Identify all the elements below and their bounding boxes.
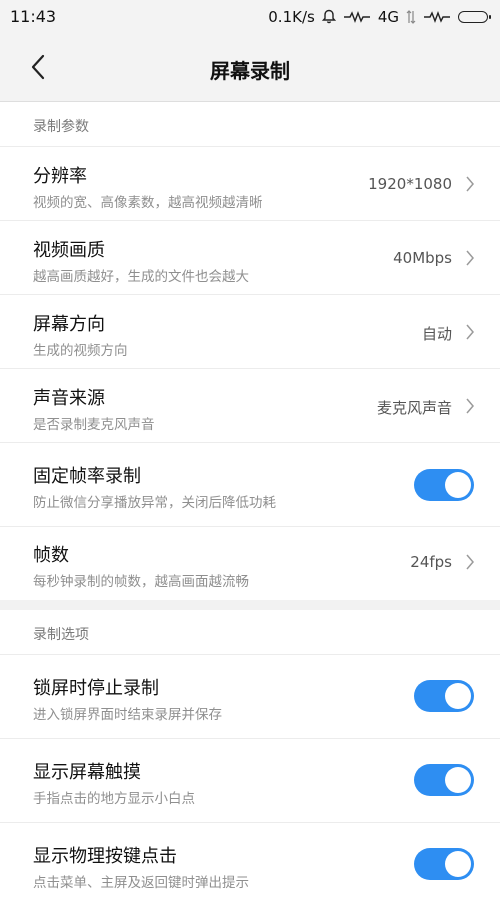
bell-icon bbox=[321, 9, 336, 24]
network-speed: 0.1K/s bbox=[268, 7, 315, 26]
setting-value: 1920*1080 bbox=[368, 175, 452, 193]
setting-title: 显示屏幕触摸 bbox=[33, 762, 141, 783]
setting-title: 帧数 bbox=[33, 545, 69, 566]
setting-subtitle: 进入锁屏界面时结束录屏并保存 bbox=[33, 707, 222, 723]
show-touches-toggle[interactable] bbox=[414, 764, 474, 796]
title-bar: 屏幕录制 bbox=[0, 33, 500, 102]
chevron-right-icon bbox=[464, 249, 476, 267]
setting-title: 屏幕方向 bbox=[33, 314, 105, 335]
setting-subtitle: 是否录制麦克风声音 bbox=[33, 417, 155, 433]
setting-title: 分辨率 bbox=[33, 166, 87, 187]
page-title: 屏幕录制 bbox=[210, 59, 290, 83]
toggle-knob bbox=[445, 767, 471, 793]
setting-row-fixed-framerate: 固定帧率录制 防止微信分享播放异常，关闭后降低功耗 bbox=[0, 442, 500, 526]
setting-subtitle: 点击菜单、主屏及返回键时弹出提示 bbox=[33, 875, 249, 891]
setting-row-video-quality[interactable]: 视频画质 越高画质越好，生成的文件也会越大 40Mbps bbox=[0, 220, 500, 294]
setting-title: 视频画质 bbox=[33, 240, 105, 261]
status-time: 11:43 bbox=[10, 7, 57, 26]
status-bar: 11:43 0.1K/s 4G bbox=[0, 0, 500, 33]
chevron-right-icon bbox=[464, 553, 476, 571]
battery-icon bbox=[458, 10, 491, 23]
setting-row-show-touches: 显示屏幕触摸 手指点击的地方显示小白点 bbox=[0, 738, 500, 822]
toggle-knob bbox=[445, 472, 471, 498]
setting-subtitle: 越高画质越好，生成的文件也会越大 bbox=[33, 269, 249, 285]
show-key-presses-toggle[interactable] bbox=[414, 848, 474, 880]
setting-subtitle: 手指点击的地方显示小白点 bbox=[33, 791, 195, 807]
stop-on-lock-toggle[interactable] bbox=[414, 680, 474, 712]
setting-row-screen-orientation[interactable]: 屏幕方向 生成的视频方向 自动 bbox=[0, 294, 500, 368]
setting-subtitle: 防止微信分享播放异常，关闭后降低功耗 bbox=[33, 495, 276, 511]
activity-icon bbox=[343, 10, 371, 23]
activity-icon bbox=[423, 10, 451, 23]
status-icons: 0.1K/s 4G bbox=[268, 7, 491, 26]
setting-value: 麦克风声音 bbox=[376, 399, 452, 417]
chevron-right-icon bbox=[464, 397, 476, 415]
network-type: 4G bbox=[377, 7, 399, 26]
section-header-record-params: 录制参数 bbox=[0, 102, 500, 146]
setting-title: 固定帧率录制 bbox=[33, 466, 141, 487]
setting-row-audio-source[interactable]: 声音来源 是否录制麦克风声音 麦克风声音 bbox=[0, 368, 500, 442]
setting-row-frame-rate[interactable]: 帧数 每秒钟录制的帧数，越高画面越流畅 24fps bbox=[0, 526, 500, 600]
chevron-right-icon bbox=[464, 175, 476, 193]
section-header-record-options: 录制选项 bbox=[0, 610, 500, 654]
setting-title: 锁屏时停止录制 bbox=[33, 678, 159, 699]
setting-title: 显示物理按键点击 bbox=[33, 846, 177, 867]
signal-icon bbox=[406, 9, 416, 24]
setting-title: 声音来源 bbox=[33, 388, 105, 409]
setting-row-resolution[interactable]: 分辨率 视频的宽、高像素数，越高视频越清晰 1920*1080 bbox=[0, 146, 500, 220]
setting-value: 自动 bbox=[421, 325, 452, 343]
fixed-framerate-toggle[interactable] bbox=[414, 469, 474, 501]
setting-subtitle: 生成的视频方向 bbox=[33, 343, 128, 359]
setting-row-stop-on-lock: 锁屏时停止录制 进入锁屏界面时结束录屏并保存 bbox=[0, 654, 500, 738]
toggle-knob bbox=[445, 851, 471, 877]
setting-value: 24fps bbox=[410, 553, 452, 571]
setting-subtitle: 视频的宽、高像素数，越高视频越清晰 bbox=[33, 195, 263, 211]
chevron-right-icon bbox=[464, 323, 476, 341]
setting-subtitle: 每秒钟录制的帧数，越高画面越流畅 bbox=[33, 574, 249, 590]
setting-value: 40Mbps bbox=[393, 249, 452, 267]
setting-row-show-key-presses: 显示物理按键点击 点击菜单、主屏及返回键时弹出提示 bbox=[0, 822, 500, 906]
toggle-knob bbox=[445, 683, 471, 709]
settings-list: 录制参数 分辨率 视频的宽、高像素数，越高视频越清晰 1920*1080 视频画… bbox=[0, 102, 500, 906]
section-divider bbox=[0, 600, 500, 610]
